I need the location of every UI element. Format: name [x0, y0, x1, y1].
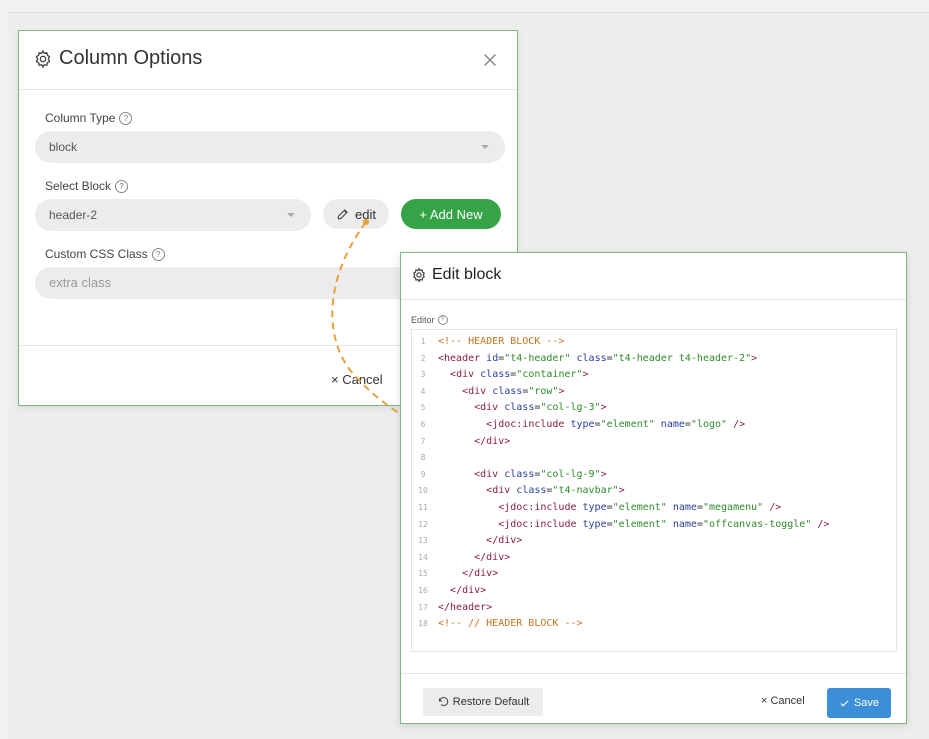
- code-text: </div>: [450, 585, 487, 596]
- restore-default-label: Restore Default: [452, 696, 530, 708]
- help-icon[interactable]: ?: [437, 315, 448, 325]
- custom-css-label-text: Custom CSS Class: [45, 247, 148, 261]
- line-number: 4: [420, 386, 426, 396]
- code-text: <div class="container">: [450, 369, 589, 381]
- editor-label-text: Editor: [411, 315, 435, 325]
- select-block-select[interactable]: header-2: [35, 199, 311, 231]
- help-icon[interactable]: ?: [115, 179, 129, 193]
- line-number: 17: [418, 602, 428, 612]
- undo-icon: [438, 697, 448, 707]
- code-text: <!-- // HEADER BLOCK -->: [438, 618, 583, 630]
- line-number: 2: [420, 353, 426, 363]
- column-type-value: block: [49, 140, 78, 154]
- save-button[interactable]: Save: [827, 688, 891, 718]
- code-text: <div class="t4-navbar">: [486, 485, 625, 497]
- cancel-button[interactable]: × Cancel: [331, 372, 383, 387]
- edit-block-title-text: Edit block: [432, 266, 502, 283]
- code-text: <div class="col-lg-9">: [474, 468, 607, 480]
- edit-block-title: Edit block: [411, 266, 501, 284]
- column-type-label-text: Column Type: [45, 111, 116, 125]
- help-icon[interactable]: ?: [151, 247, 165, 261]
- code-text: <jdoc:include type="element" name="megam…: [498, 502, 782, 513]
- code-text: <!-- HEADER BLOCK -->: [438, 336, 565, 347]
- line-number: 15: [418, 569, 428, 579]
- column-type-select[interactable]: block: [35, 131, 505, 163]
- line-number: 18: [418, 619, 428, 629]
- cancel-button[interactable]: × Cancel: [761, 695, 805, 707]
- line-number: 10: [418, 486, 428, 496]
- help-icon[interactable]: ?: [119, 111, 133, 125]
- save-button-label: Save: [853, 697, 880, 709]
- edit-block-dialog: Edit block Editor ? 1 <!-- HEADER BLOCK -…: [400, 252, 907, 724]
- code-text: </div>: [462, 568, 499, 580]
- custom-css-label: Custom CSS Class ?: [45, 247, 165, 261]
- code-text: <div class="row">: [462, 385, 565, 397]
- select-block-label: Select Block ?: [45, 179, 129, 193]
- check-icon: [840, 699, 849, 707]
- gear-icon: [35, 49, 51, 68]
- custom-css-input[interactable]: extra class: [35, 267, 435, 299]
- line-number: 3: [420, 370, 426, 380]
- code-editor[interactable]: 1 <!-- HEADER BLOCK --> 2 <header id="t4-he…: [411, 329, 897, 652]
- pencil-icon: [337, 209, 348, 220]
- line-number: 1: [420, 337, 426, 346]
- code-text: </div>: [474, 551, 511, 563]
- select-block-value: header-2: [49, 208, 98, 222]
- code-text: </header>: [438, 601, 493, 613]
- select-block-label-text: Select Block: [45, 179, 112, 193]
- line-number: 8: [420, 453, 426, 463]
- line-number: 11: [418, 503, 428, 512]
- line-number: 9: [420, 469, 426, 479]
- code-text: <jdoc:include type="element" name="logo"…: [486, 419, 746, 430]
- line-number: 6: [420, 420, 426, 429]
- line-number: 7: [420, 436, 426, 446]
- editor-label: Editor ?: [411, 315, 448, 325]
- code-text: <div class="col-lg-3">: [474, 402, 607, 414]
- line-number: 12: [418, 519, 428, 529]
- add-new-button[interactable]: + Add New: [401, 199, 501, 229]
- code-text: <jdoc:include type="element" name="offca…: [498, 518, 830, 530]
- line-number: 5: [420, 403, 426, 413]
- line-number: 13: [418, 536, 428, 546]
- chevron-down-icon: [287, 213, 295, 217]
- line-number: 14: [418, 552, 428, 562]
- code-text: <header id="t4-header" class="t4-header …: [438, 352, 758, 364]
- dialog-header: Column Options: [19, 31, 517, 90]
- edit-block-footer: Restore Default × Cancel Save: [401, 673, 906, 724]
- code-text: </div>: [486, 535, 523, 547]
- edit-block-header: Edit block: [401, 253, 906, 300]
- custom-css-placeholder: extra class: [49, 275, 112, 290]
- dialog-title: Column Options: [33, 47, 202, 70]
- column-type-label: Column Type ?: [45, 111, 133, 125]
- gear-icon: [413, 267, 425, 283]
- add-new-button-label: + Add New: [419, 206, 483, 222]
- code-text: </div>: [474, 435, 511, 447]
- edit-button-label: edit: [355, 206, 376, 222]
- chevron-down-icon: [481, 145, 489, 149]
- line-number: 16: [418, 586, 428, 595]
- dialog-title-text: Column Options: [59, 47, 203, 69]
- close-icon[interactable]: [479, 49, 501, 71]
- restore-default-button[interactable]: Restore Default: [423, 688, 543, 716]
- edit-button[interactable]: edit: [323, 199, 389, 229]
